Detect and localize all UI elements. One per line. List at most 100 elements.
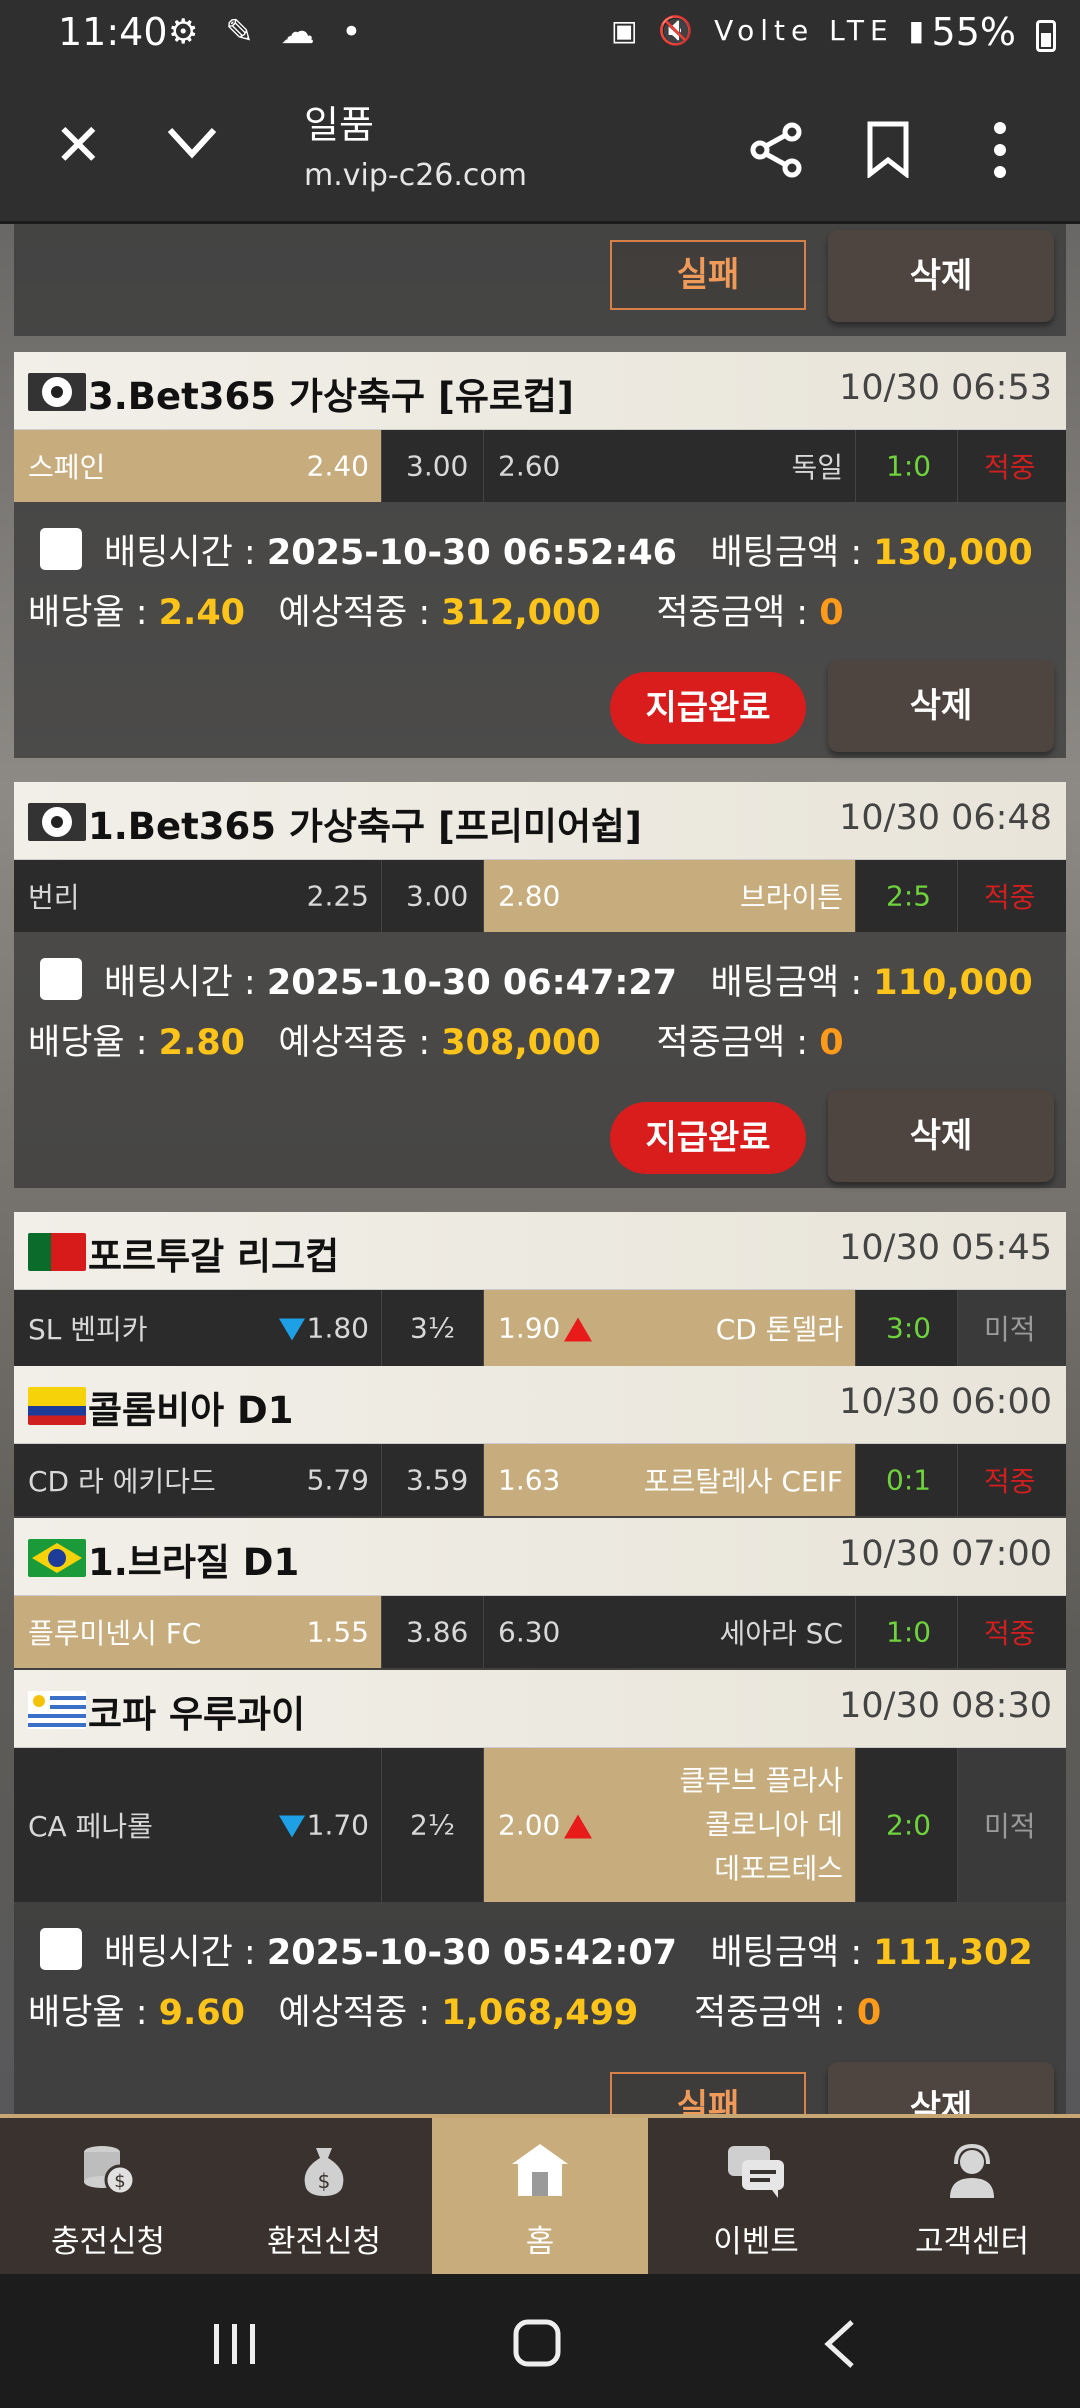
score: 2:0 [886,1808,932,1842]
score-cell: 2:0 [856,1748,958,1902]
away-odds-cell[interactable]: 2.80 브라이튼 [484,860,856,932]
league-name: 콜롬비아 D1 [88,1389,294,1432]
portugal-flag-icon [28,1233,86,1271]
back-icon[interactable] [822,2318,858,2370]
recent-apps-icon[interactable] [210,2322,260,2366]
home-odds-cell[interactable]: SL 벤피카 1.80 [14,1290,382,1366]
nav-home[interactable]: 홈 [432,2118,648,2278]
bet-amount-label: 배팅금액 : [710,1933,863,1973]
away-odds-wrap: 1.90 [498,1311,593,1345]
score: 1:0 [886,1615,932,1649]
bet-amount: 110,000 [873,963,1033,1003]
match-time: 10/30 08:30 [839,1686,1052,1726]
draw-cell[interactable]: 3.86 [382,1596,484,1668]
delete-button[interactable]: 삭제 [828,1090,1054,1182]
away-odds-cell[interactable]: 1.90 CD 톤델라 [484,1290,856,1366]
result-cell: 미적 [958,1748,1066,1902]
score-cell: 2:5 [856,860,958,932]
match-row: SL 벤피카 1.80 3½ 1.90 CD 톤델라 3:0 미적 [14,1290,1066,1366]
match-time: 10/30 06:53 [839,368,1052,408]
bet-time-label: 배팅시간 : [104,963,256,1003]
draw-cell[interactable]: 3.00 [382,430,484,502]
select-checkbox[interactable] [40,528,82,570]
home-odds-cell[interactable]: 번리 2.25 [14,860,382,932]
bet-time: 2025-10-30 06:52:46 [266,533,678,573]
odds-value: 9.60 [158,1993,246,2033]
bet-info: 배팅시간 : 2025-10-30 06:47:27 배팅금액 : 110,00… [14,932,1066,1063]
draw-cell[interactable]: 2½ [382,1748,484,1902]
bet-time: 2025-10-30 05:42:07 [266,1933,678,1973]
away-team: 브라이튼 [739,881,843,914]
result-status: 적중 [984,1617,1036,1650]
nav-support[interactable]: 고객센터 [864,2118,1080,2278]
expected-label: 예상적중 : [278,1993,431,2033]
more-icon[interactable] [990,120,1010,180]
win-amount: 0 [819,593,844,633]
home-button-icon[interactable] [512,2318,562,2368]
home-odds: 5.79 [306,1463,369,1497]
odds-label: 배당율 : [28,1993,148,2033]
home-odds-cell[interactable]: CA 페나롤 1.70 [14,1748,382,1902]
bookmark-icon[interactable] [866,120,910,178]
select-checkbox[interactable] [40,958,82,1000]
nav-exchange[interactable]: $ 환전신청 [216,2118,432,2278]
score-cell: 0:1 [856,1444,958,1516]
home-odds: 1.55 [306,1615,369,1649]
paid-status-button[interactable]: 지급완료 [610,672,806,744]
away-odds-cell[interactable]: 2.00 클루브 플라사 콜로니아 데 데포르테스 [484,1748,856,1902]
fail-button[interactable]: 실패 [610,2072,806,2114]
away-odds-cell[interactable]: 6.30 세아라 SC [484,1596,856,1668]
score: 3:0 [886,1311,932,1345]
chevron-down-icon[interactable] [164,122,220,162]
brazil-flag-icon [28,1539,86,1577]
league-name: 코파 우루과이 [88,1693,306,1736]
support-icon [950,2143,994,2198]
coins-icon: $ [84,2146,136,2196]
result-status: 적중 [984,1465,1036,1498]
bet-time-line: 배팅시간 : 2025-10-30 06:52:46 배팅금액 : 130,00… [104,524,1033,575]
match-time: 10/30 06:00 [839,1382,1052,1422]
match-time: 10/30 05:45 [839,1228,1052,1268]
odds-up-icon [564,1814,593,1839]
home-odds-cell[interactable]: CD 라 에키다드 5.79 [14,1444,382,1516]
paid-status-button[interactable]: 지급완료 [610,1102,806,1174]
odds-down-icon [278,1815,305,1838]
delete-button[interactable]: 삭제 [828,2062,1054,2114]
draw-cell[interactable]: 3½ [382,1290,484,1366]
nav-event[interactable]: 이벤트 [648,2118,864,2278]
select-checkbox[interactable] [40,1928,82,1970]
battery-level: 55% [931,10,1016,54]
expected-label: 예상적중 : [278,593,431,633]
odds-value: 2.80 [158,1023,246,1063]
page-url[interactable]: m.vip-c26.com [304,158,527,193]
handicap: 2½ [410,1808,455,1842]
delete-button[interactable]: 삭제 [828,230,1054,322]
share-icon[interactable] [748,122,804,178]
home-team: 번리 [28,881,80,914]
home-odds-cell[interactable]: 플루미넨시 FC 1.55 [14,1596,382,1668]
away-odds-wrap: 2.00 [498,1809,593,1842]
league-header: 콜롬비아 D1 10/30 06:00 [14,1366,1066,1444]
bet-time-label: 배팅시간 : [104,1933,256,1973]
draw-cell[interactable]: 3.00 [382,860,484,932]
home-odds-cell[interactable]: 스페인 2.40 [14,430,382,502]
nav-charge[interactable]: $ 충전신청 [0,2118,216,2278]
away-odds-cell[interactable]: 2.60 독일 [484,430,856,502]
win-amount: 0 [819,1023,844,1063]
home-odds: 2.25 [306,879,369,913]
nav-label: 이벤트 [713,2224,799,2260]
delete-button[interactable]: 삭제 [828,660,1054,752]
score-cell: 1:0 [856,430,958,502]
bet-history-list[interactable]: 실패 삭제 3.Bet365 가상축구 [유로컵] 10/30 06:53 스페… [0,224,1080,2114]
match-time: 10/30 06:48 [839,798,1052,838]
away-team: CD 톤델라 [715,1313,843,1346]
close-icon[interactable]: ✕ [54,116,103,174]
home-team: CA 페나롤 [28,1810,153,1843]
away-odds: 1.90 [498,1311,561,1345]
bet-amount-label: 배팅금액 : [710,963,863,1003]
draw-cell[interactable]: 3.59 [382,1444,484,1516]
away-odds-cell[interactable]: 1.63 포르탈레사 CEIF [484,1444,856,1516]
expected-value: 312,000 [441,593,601,633]
match-row: 플루미넨시 FC 1.55 3.86 6.30 세아라 SC 1:0 적중 [14,1596,1066,1668]
fail-button[interactable]: 실패 [610,240,806,310]
